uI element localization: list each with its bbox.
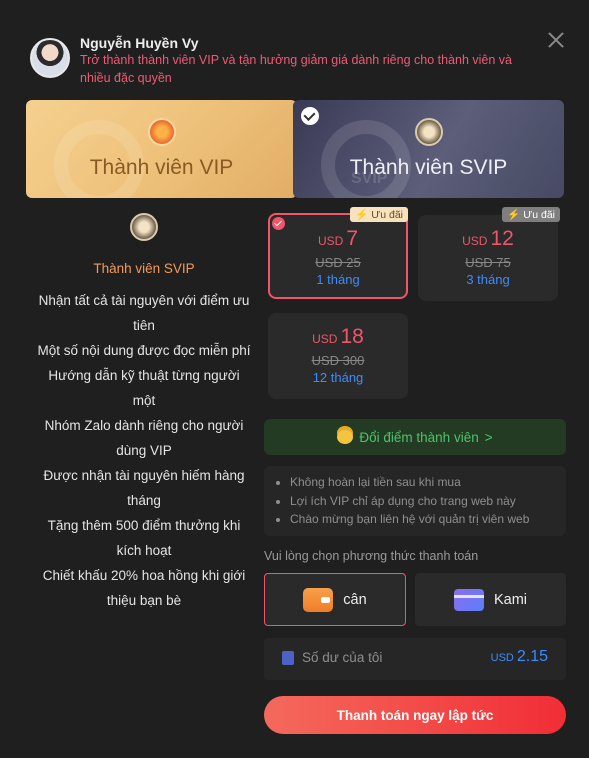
plan-3-months[interactable]: ⚡ Ưu đãi USD 12 USD 75 3 tháng <box>418 207 560 301</box>
chevron-right-icon: > <box>484 429 493 445</box>
note-item: Lợi ích VIP chỉ áp dụng cho trang web nà… <box>290 492 552 511</box>
svip-badge-icon <box>414 118 443 146</box>
payment-method-label-kami: Kami <box>493 591 528 608</box>
note-item: Chào mừng bạn liên hệ với quản trị viên … <box>290 510 552 529</box>
benefit-item: Tặng thêm 500 điểm thưởng khi kích hoạt <box>47 518 241 558</box>
plan-old-price: USD 25 <box>315 255 361 270</box>
payment-method-kami[interactable]: Kami <box>415 573 566 626</box>
tier-selected-check-icon <box>301 107 319 125</box>
plan-old-price: USD 300 <box>311 353 365 368</box>
benefits-panel: Thành viên SVIP Nhận tất cả tài nguyên v… <box>26 205 262 613</box>
redeem-points-label: Đổi điểm thành viên <box>359 429 479 445</box>
svip-badge-icon <box>130 213 158 241</box>
benefit-item: Hướng dẫn kỹ thuật từng người một <box>48 368 240 408</box>
benefits-title: Thành viên SVIP <box>93 261 195 276</box>
redeem-points-button[interactable]: Đổi điểm thành viên > <box>264 419 566 455</box>
benefit-item: Nhận tất cả tài nguyên với điểm ưu tiên <box>38 293 250 333</box>
user-name: Nguyễn Huyền Vy <box>80 35 199 51</box>
coins-icon <box>337 430 354 444</box>
plan-duration: 12 tháng <box>312 370 364 385</box>
payment-method-label: Vui lòng chọn phương thức thanh toán <box>264 549 479 563</box>
benefit-item: Nhóm Zalo dành riêng cho người dùng VIP <box>44 418 244 458</box>
promo-text: Trở thành thành viên VIP và tận hưởng gi… <box>80 53 512 85</box>
plan-price: USD 18 <box>312 325 364 348</box>
plan-old-price: USD 75 <box>465 255 511 270</box>
benefit-item: Chiết khấu 20% hoa hồng khi giới thiệu b… <box>42 568 246 608</box>
balance-label: Số dư của tôi <box>302 650 383 665</box>
plan-deal-badge: ⚡ Ưu đãi <box>350 207 408 222</box>
tier-svip-label: Thành viên SVIP <box>349 156 508 179</box>
header: Nguyễn Huyền Vy Trở thành thành viên VIP… <box>30 35 530 88</box>
balance-amount: USD 2.15 <box>490 648 548 665</box>
plan-duration: 1 tháng <box>316 272 360 287</box>
balance-row: Số dư của tôi USD 2.15 <box>264 638 566 680</box>
benefit-item: Một số nội dung được đọc miễn phí <box>37 343 251 358</box>
notes-box: Không hoàn lại tiền sau khi mua Lợi ích … <box>264 466 566 536</box>
benefit-list: Nhận tất cả tài nguyên với điểm ưu tiên … <box>26 288 262 613</box>
note-item: Không hoàn lại tiền sau khi mua <box>290 473 552 492</box>
plan-12-months[interactable]: USD 18 USD 300 12 tháng <box>268 313 408 399</box>
plan-deal-badge: ⚡ Ưu đãi <box>502 207 560 222</box>
plan-price: USD 7 <box>317 227 359 250</box>
user-avatar <box>30 38 70 78</box>
plan-check-icon <box>272 217 285 230</box>
wallet-icon <box>303 587 334 612</box>
tier-vip-card[interactable]: Thành viên VIP <box>26 100 297 198</box>
plan-price: USD 12 <box>462 227 514 250</box>
tier-svip-card[interactable]: SVIP Thành viên SVIP <box>293 100 564 198</box>
close-icon[interactable] <box>546 30 566 50</box>
vip-crown-icon <box>147 118 176 146</box>
card-icon <box>453 588 484 611</box>
tier-vip-label: Thành viên VIP <box>89 156 234 179</box>
plan-duration: 3 tháng <box>466 272 510 287</box>
benefit-item: Được nhận tài nguyên hiếm hàng tháng <box>43 468 245 508</box>
balance-icon <box>282 651 294 665</box>
payment-method-label-wallet: cân <box>343 591 367 608</box>
plan-1-month[interactable]: ⚡ Ưu đãi USD 7 USD 25 1 tháng <box>268 207 408 299</box>
pay-now-button[interactable]: Thanh toán ngay lập tức <box>264 696 566 734</box>
payment-method-wallet[interactable]: cân <box>264 573 406 626</box>
